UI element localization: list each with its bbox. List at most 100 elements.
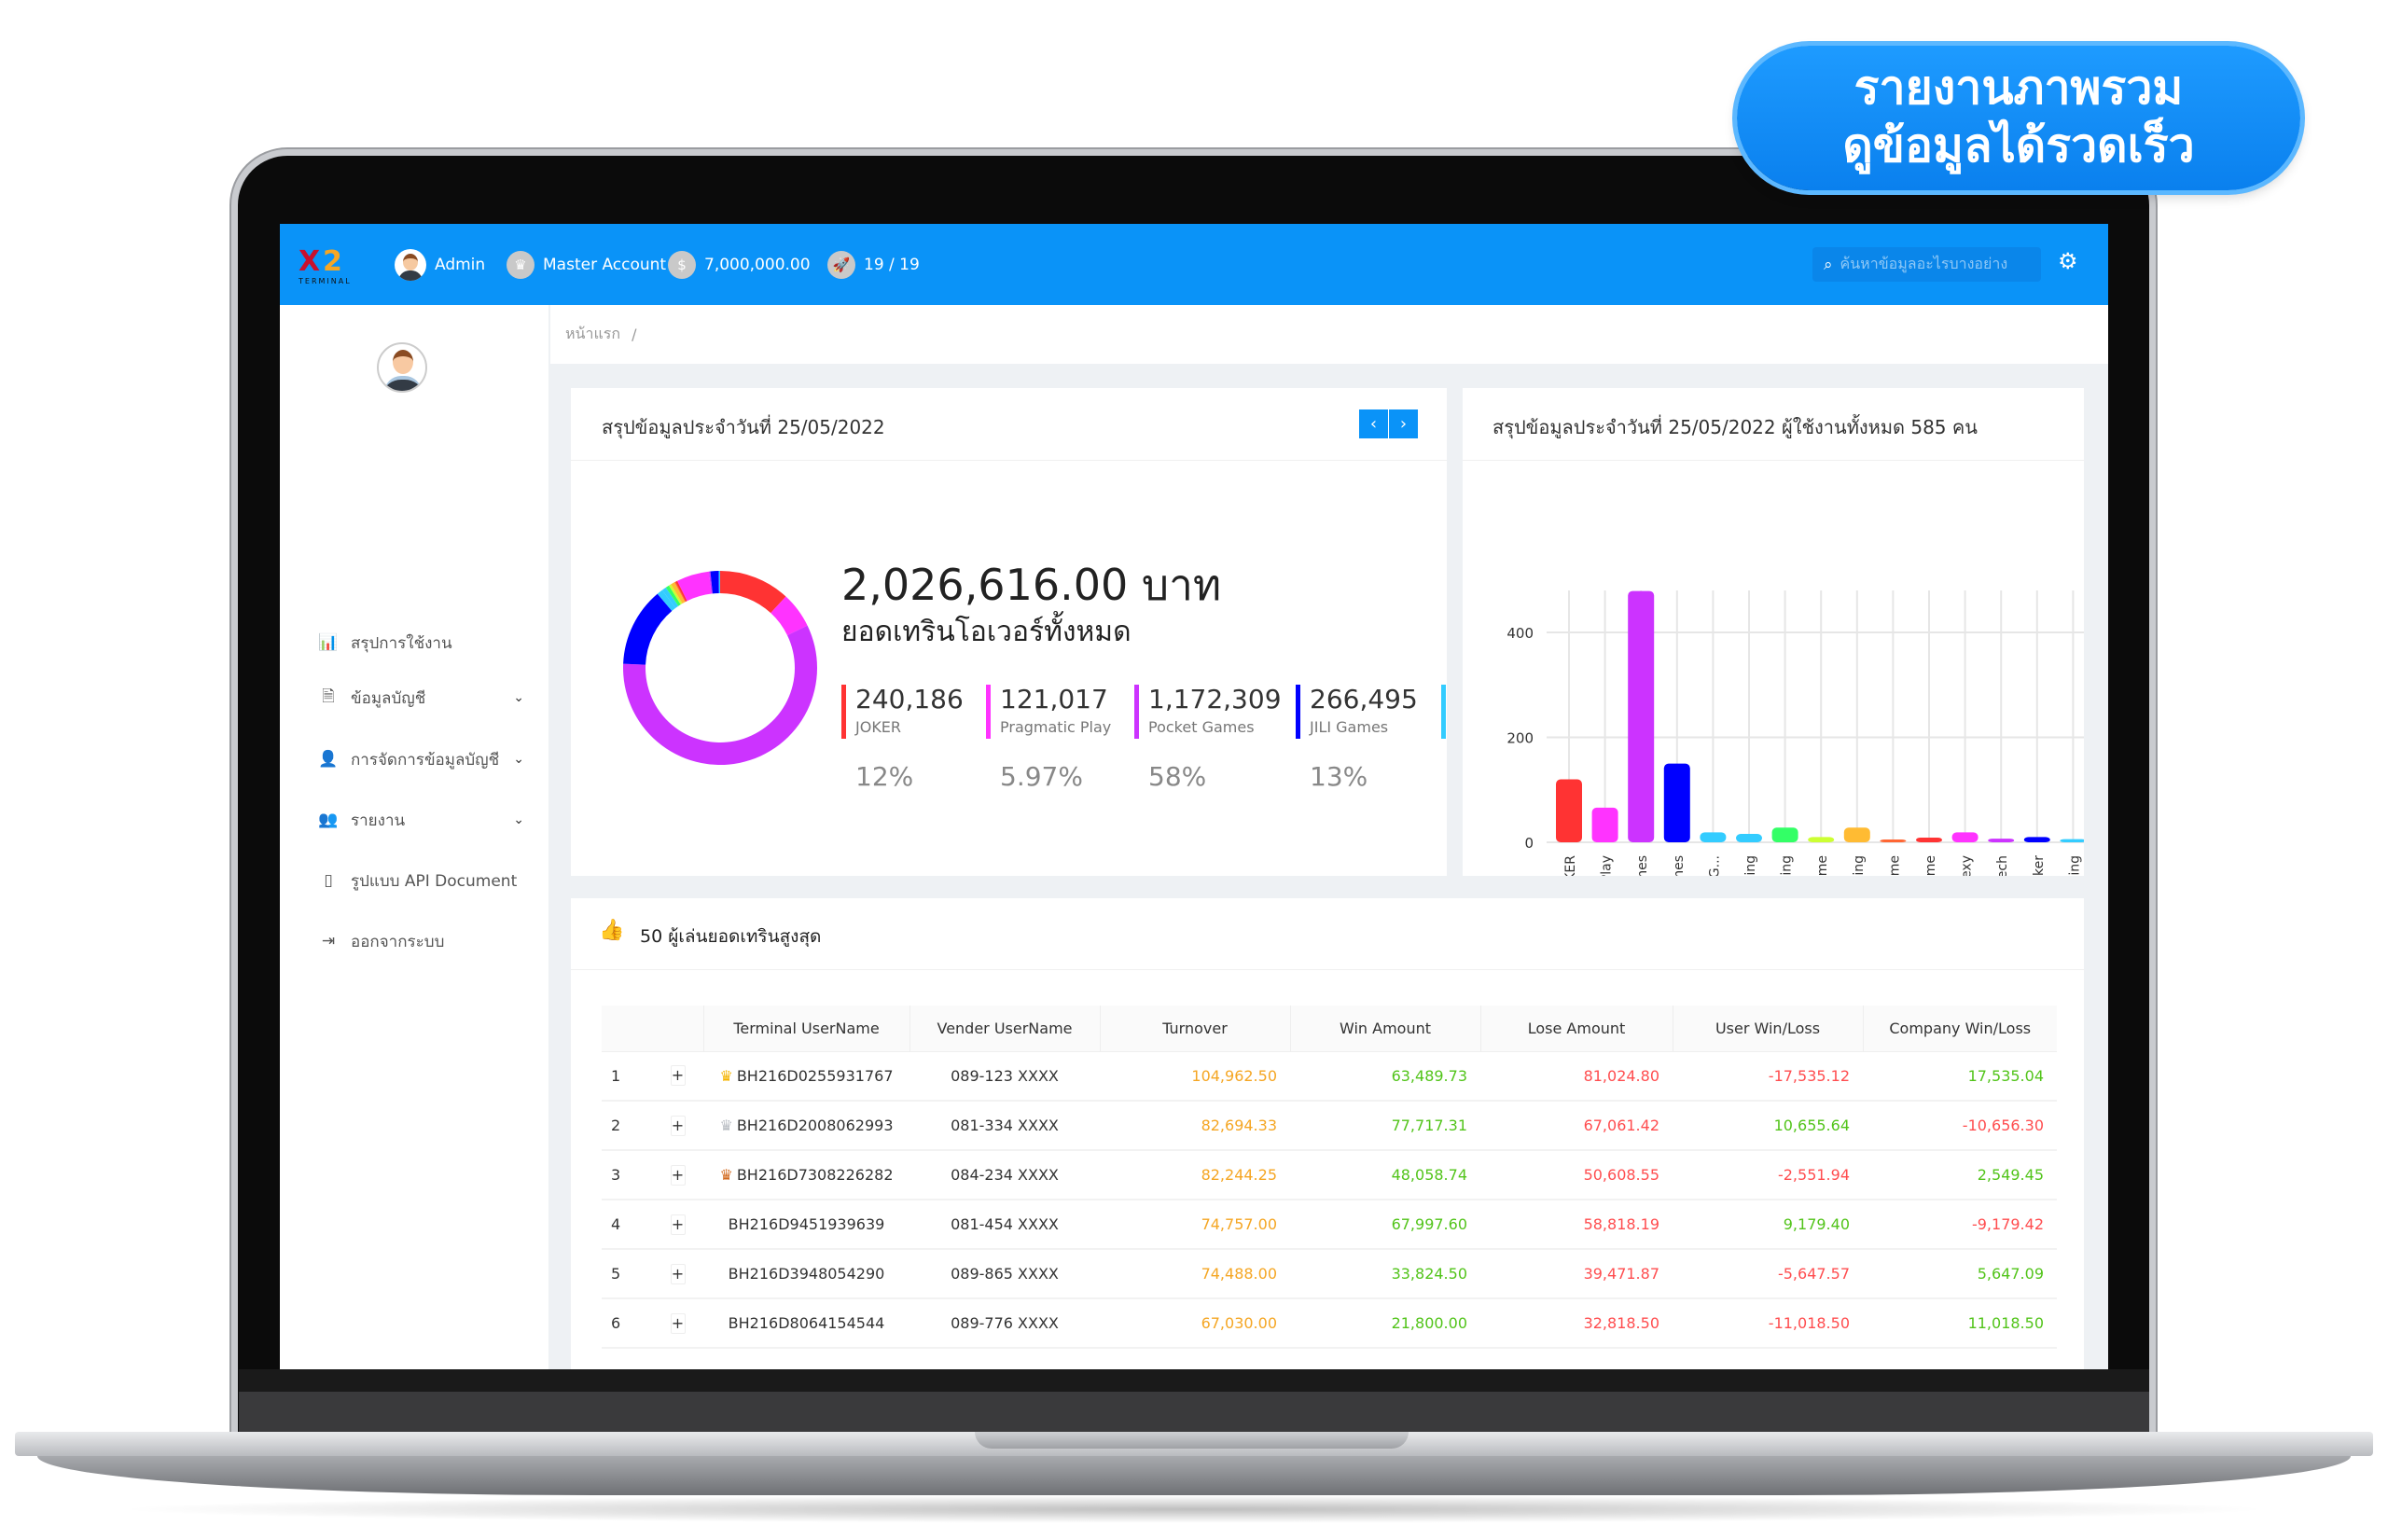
total-label: ยอดเทรินโอเวอร์ทั้งหมด	[841, 616, 1132, 648]
win-amount: 67,997.60	[1290, 1200, 1480, 1250]
chevron-down-icon[interactable]: ⌄	[513, 812, 524, 827]
sidebar-item-3[interactable]: 👤 การจัดการข้อมูลบัญชี ⌄	[317, 741, 532, 778]
bar-4[interactable]	[1663, 763, 1690, 842]
bar-2[interactable]	[1591, 807, 1618, 842]
sidebar-item-5[interactable]: ▯ รูปแบบ API Document	[317, 862, 532, 899]
chevron-down-icon[interactable]: ⌄	[513, 690, 524, 705]
stat-value: 121,017	[1000, 684, 1108, 715]
bar-9[interactable]	[1843, 827, 1870, 842]
user-win-loss: -2,551.94	[1673, 1150, 1863, 1200]
gear-icon[interactable]: ⚙	[2058, 248, 2078, 274]
table-row[interactable]: 2 + ♛ BH216D2008062993 081-334 XXXX 82,694.33…	[602, 1101, 2057, 1151]
column-header	[652, 1006, 704, 1052]
bar-8[interactable]	[1808, 837, 1835, 842]
table-row[interactable]: 5 + BH216D3948054290 089-865 XXXX 74,488.00 3…	[602, 1249, 2057, 1299]
column-header: Win Amount	[1290, 1006, 1481, 1052]
expand-row-button[interactable]: +	[670, 1312, 686, 1334]
rank: 6	[602, 1298, 652, 1349]
expand-row-button[interactable]: +	[670, 1164, 686, 1186]
stat-value: 1,172,309	[1148, 684, 1282, 715]
bar-13[interactable]	[1988, 839, 2015, 842]
bar-6[interactable]	[1736, 834, 1762, 842]
laptop-notch	[975, 1432, 1409, 1449]
column-header: Turnover	[1100, 1006, 1291, 1052]
company-win-loss: 2,549.45	[1863, 1150, 2057, 1200]
balance-value: 7,000,000.00	[704, 255, 811, 274]
bar-10[interactable]	[1880, 839, 1907, 842]
vendor-username: 089-776 XXXX	[909, 1298, 1100, 1349]
card-title: สรุปข้อมูลประจำวันที่ 25/05/2022	[602, 416, 885, 438]
table-row[interactable]: 3 + ♛ BH216D7308226282 084-234 XXXX 82,244.25…	[602, 1150, 2057, 1200]
search-input[interactable]: ⌕ ค้นหาข้อมูลอะไรบางอย่าง	[1812, 247, 2041, 282]
x-tick-label: KA Gaming	[1852, 855, 1867, 876]
turnover: 67,030.00	[1100, 1298, 1290, 1349]
bar-15[interactable]	[2060, 839, 2084, 842]
expand-row-button[interactable]: +	[670, 1263, 686, 1284]
prev-button[interactable]: ‹	[1359, 409, 1388, 438]
x-tick-label: NoLimit Game	[1887, 855, 1902, 876]
account-type: ♛ Master Account	[507, 224, 666, 305]
laptop-base-lower	[37, 1456, 2351, 1495]
table-row[interactable]: 6 + BH216D8064154544 089-776 XXXX 67,030.00 2…	[602, 1298, 2057, 1349]
lose-amount: 39,471.87	[1480, 1249, 1673, 1299]
table-row[interactable]: 4 + BH216D9451939639 081-454 XXXX 74,757.00 6…	[602, 1200, 2057, 1250]
svg-text:TERMINAL: TERMINAL	[298, 277, 352, 285]
stat-percent: 58%	[1148, 761, 1207, 792]
terminal-username: BH216D0255931767	[736, 1066, 894, 1085]
stat-value: 266,495	[1310, 684, 1418, 715]
turnover: 74,488.00	[1100, 1249, 1290, 1299]
bar-12[interactable]	[1951, 832, 1978, 842]
user-menu[interactable]: Admin	[395, 224, 485, 305]
user-name: Admin	[435, 255, 486, 274]
balance: $ 7,000,000.00	[668, 224, 811, 305]
terminal-username: BH216D2008062993	[736, 1117, 894, 1134]
expand-row-button[interactable]: +	[670, 1115, 686, 1136]
sidebar-item-label: รูปแบบ API Document	[351, 871, 518, 891]
column-header: User Win/Loss	[1673, 1006, 1864, 1052]
search-placeholder: ค้นหาข้อมูลอะไรบางอย่าง	[1840, 255, 2008, 272]
sidebar-item-6[interactable]: ⇥ ออกจากระบบ	[317, 923, 532, 960]
bar-7[interactable]	[1771, 827, 1798, 842]
expand-row-button[interactable]: +	[670, 1214, 686, 1235]
search-icon: ⌕	[1824, 255, 1833, 274]
sidebar-item-2[interactable]: 🗎 ข้อมูลบัญชี ⌄	[317, 679, 532, 716]
account-document-icon: 🗎	[322, 687, 335, 706]
book-icon: ▯	[324, 871, 333, 890]
column-header: Company Win/Loss	[1863, 1006, 2057, 1052]
y-tick-label: 200	[1506, 730, 1534, 747]
next-button[interactable]: ›	[1389, 409, 1418, 438]
user-win-loss: 9,179.40	[1673, 1200, 1863, 1250]
table-row[interactable]: 1 + ♛ BH216D0255931767 089-123 XXXX 104,962.5…	[602, 1051, 2057, 1102]
expand-row-button[interactable]: +	[670, 1065, 686, 1087]
vendor-username: 081-454 XXXX	[909, 1200, 1100, 1250]
account-type-label: Master Account	[543, 255, 667, 274]
card-title: 50 ผู้เล่นยอดเทรินสูงสุด	[640, 926, 822, 947]
vendor-username: 089-123 XXXX	[909, 1051, 1100, 1102]
laptop-shadow	[112, 1495, 2276, 1523]
bar-3[interactable]	[1628, 590, 1655, 842]
terminal-username: BH216D3948054290	[728, 1265, 885, 1283]
column-header: Terminal UserName	[703, 1006, 910, 1052]
sidebar-item-4[interactable]: 👥 รายงาน ⌄	[317, 801, 532, 839]
breadcrumb-home[interactable]: หน้าแรก	[565, 323, 620, 346]
bar-1[interactable]	[1556, 779, 1582, 843]
bar-11[interactable]	[1916, 837, 1942, 842]
sidebar-item-1[interactable]: 📊 สรุปการใช้งาน	[317, 624, 532, 661]
lose-amount: 58,818.19	[1480, 1200, 1673, 1250]
company-win-loss: -10,656.30	[1863, 1101, 2057, 1151]
user-win-loss: -11,018.50	[1673, 1298, 1863, 1349]
chevron-down-icon[interactable]: ⌄	[513, 752, 524, 767]
bar-14[interactable]	[2023, 837, 2050, 842]
card-title: สรุปข้อมูลประจำวันที่ 25/05/2022 ผู้ใช้ง…	[1492, 416, 1978, 438]
bar-5[interactable]	[1700, 832, 1727, 842]
rank: 1	[602, 1051, 652, 1102]
logo[interactable]: X 2 TERMINAL	[297, 243, 358, 287]
avatar	[395, 248, 426, 281]
next-stat-indicator	[1441, 685, 1446, 739]
turnover: 104,962.50	[1100, 1051, 1290, 1102]
win-amount: 33,824.50	[1290, 1249, 1480, 1299]
lose-amount: 50,608.55	[1480, 1150, 1673, 1200]
top-players-card: 👍 50 ผู้เล่นยอดเทรินสูงสุด Terminal User…	[571, 898, 2084, 1369]
counter-value: 19 / 19	[864, 255, 920, 274]
stat-percent: 5.97%	[1000, 761, 1083, 792]
